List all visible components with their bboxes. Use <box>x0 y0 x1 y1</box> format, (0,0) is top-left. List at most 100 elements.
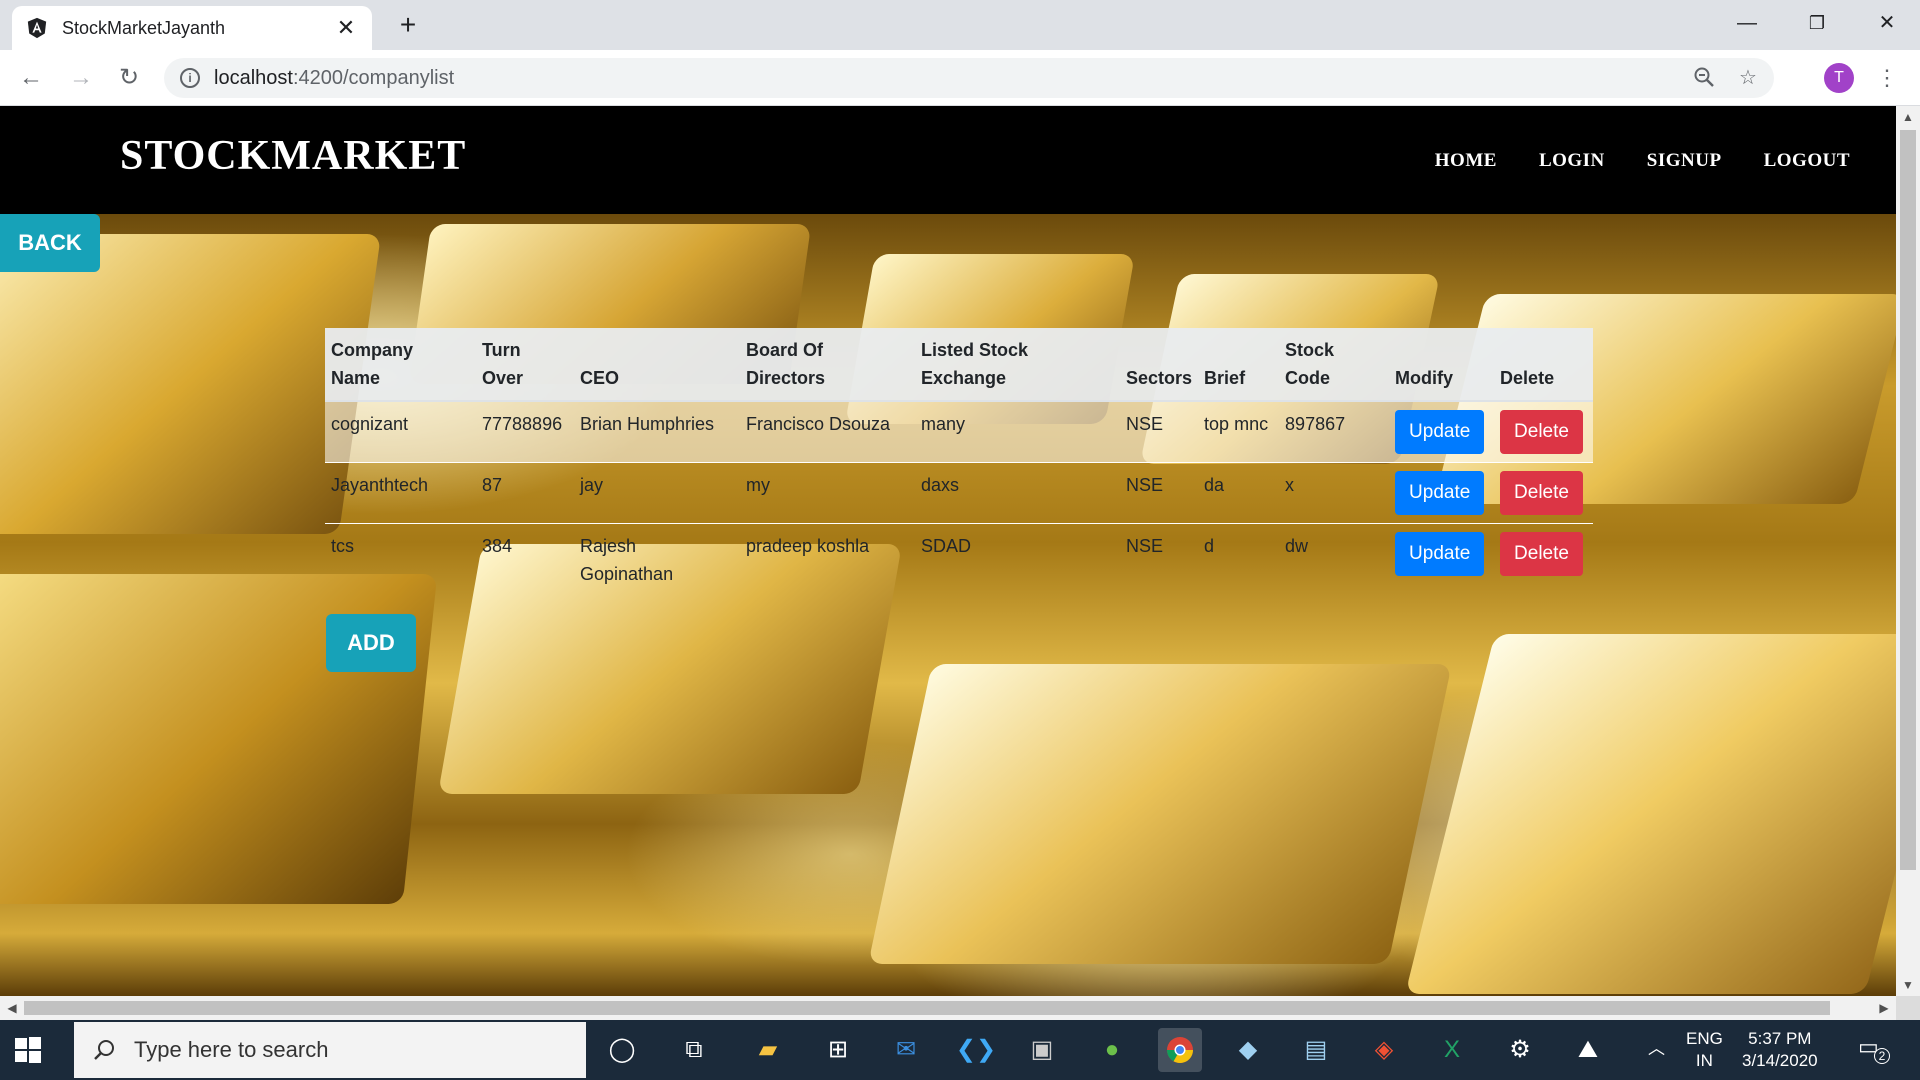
delete-button[interactable]: Delete <box>1500 471 1583 515</box>
scroll-up-icon[interactable]: ▲ <box>1896 110 1920 124</box>
forward-arrow-icon[interactable]: → <box>66 64 96 94</box>
task-view-icon[interactable]: ⧉ <box>672 1028 716 1072</box>
cell-delete: Delete <box>1494 400 1593 463</box>
nav-home-link[interactable]: HOME <box>1435 150 1497 172</box>
terminal-icon[interactable]: ▣ <box>1020 1028 1064 1072</box>
search-icon <box>94 1040 114 1060</box>
cell-modify: Update <box>1389 523 1495 596</box>
tab-close-icon[interactable]: ✕ <box>334 15 358 41</box>
cell-sectors: NSE <box>1120 400 1199 463</box>
add-company-button[interactable]: ADD <box>326 614 416 672</box>
nav-login-link[interactable]: LOGIN <box>1539 150 1605 172</box>
cortana-icon[interactable]: ◯ <box>600 1028 644 1072</box>
table-row: tcs 384 Rajesh Gopinathan pradeep koshla… <box>325 523 1593 596</box>
cell-delete: Delete <box>1494 523 1593 596</box>
zoom-icon[interactable] <box>1692 66 1716 90</box>
window-close-icon[interactable]: ✕ <box>1860 6 1914 40</box>
mail-icon[interactable]: ✉ <box>884 1028 928 1072</box>
reload-icon[interactable]: ↻ <box>114 64 144 94</box>
scrollbar-corner <box>1896 996 1920 1020</box>
nav-signup-link[interactable]: SIGNUP <box>1647 150 1722 172</box>
cell-stock-code: dw <box>1279 523 1390 596</box>
scroll-right-icon[interactable]: ▶ <box>1872 1001 1896 1015</box>
cell-stock-code: 897867 <box>1279 400 1390 463</box>
restore-icon[interactable]: ❐ <box>1790 6 1844 40</box>
delete-button[interactable]: Delete <box>1500 532 1583 576</box>
store-icon[interactable]: ⊞ <box>816 1028 860 1072</box>
windows-start-icon[interactable] <box>14 1036 42 1064</box>
cell-ceo: jay <box>574 462 740 524</box>
browser-tab[interactable]: StockMarketJayanth ✕ <box>12 6 372 50</box>
update-button[interactable]: Update <box>1395 471 1485 515</box>
address-bar[interactable]: i localhost:4200/companylist ☆ <box>164 58 1774 98</box>
update-button[interactable]: Update <box>1395 532 1485 576</box>
chrome-icon[interactable] <box>1158 1028 1202 1072</box>
file-explorer-icon[interactable]: ▰ <box>746 1028 790 1072</box>
site-navbar: STOCKMARKET HOME LOGIN SIGNUP LOGOUT <box>0 106 1896 214</box>
excel-icon[interactable]: X <box>1430 1028 1474 1072</box>
tab-title: StockMarketJayanth <box>62 17 226 38</box>
language-indicator[interactable]: ENG IN <box>1686 1028 1723 1072</box>
header-sectors: Sectors <box>1120 328 1199 402</box>
header-brief: Brief <box>1198 328 1280 402</box>
cell-brief: d <box>1198 523 1280 596</box>
angular-favicon-icon <box>27 17 47 39</box>
photos-icon[interactable]: ⛰ <box>1566 1028 1610 1072</box>
cell-sectors: NSE <box>1120 523 1199 596</box>
header-exchange: Listed Stock Exchange <box>915 328 1120 402</box>
cell-board: Francisco Dsouza <box>740 400 915 463</box>
cell-modify: Update <box>1389 462 1495 524</box>
clock[interactable]: 5:37 PM 3/14/2020 <box>1742 1028 1818 1072</box>
vertical-scroll-thumb[interactable] <box>1900 130 1916 870</box>
settings-gear-icon[interactable]: ⚙ <box>1498 1028 1542 1072</box>
bookmark-star-icon[interactable]: ☆ <box>1736 66 1760 90</box>
table-row: Jayanthtech 87 jay my daxs NSE da x Upda… <box>325 462 1593 524</box>
windows-taskbar: Type here to search ◯ ⧉ ▰ ⊞ ✉ ❮❯ ▣ ● ◆ ▤… <box>0 1020 1920 1080</box>
cell-turnover: 384 <box>476 523 574 596</box>
cell-brief: top mnc <box>1198 400 1280 463</box>
header-ceo: CEO <box>574 328 740 402</box>
cell-ceo: Brian Humphries <box>574 400 740 463</box>
cell-turnover: 77788896 <box>476 400 574 463</box>
spring-tool-icon[interactable]: ● <box>1090 1028 1134 1072</box>
cell-board: pradeep koshla <box>740 523 915 596</box>
header-stock-code: Stock Code <box>1279 328 1390 402</box>
delete-button[interactable]: Delete <box>1500 410 1583 454</box>
browser-toolbar: ← → ↻ i localhost:4200/companylist ☆ T ⋮ <box>0 50 1920 106</box>
brand-logo[interactable]: STOCKMARKET <box>120 132 466 180</box>
cell-company-name: Jayanthtech <box>325 462 476 524</box>
horizontal-scroll-thumb[interactable] <box>24 1001 1830 1015</box>
cell-company-name: cognizant <box>325 400 476 463</box>
browser-menu-icon[interactable]: ⋮ <box>1876 62 1898 94</box>
url-text: localhost:4200/companylist <box>214 66 455 89</box>
notification-icon[interactable]: ▭ 2 <box>1858 1036 1890 1064</box>
cell-exchange: many <box>915 400 1120 463</box>
back-arrow-icon[interactable]: ← <box>16 64 46 94</box>
taskbar-search-box[interactable]: Type here to search <box>74 1022 586 1078</box>
nav-logout-link[interactable]: LOGOUT <box>1764 150 1850 172</box>
remote-desktop-icon[interactable]: ▤ <box>1294 1028 1338 1072</box>
minimize-icon[interactable]: — <box>1720 6 1774 40</box>
table-row: cognizant 77788896 Brian Humphries Franc… <box>325 400 1593 463</box>
app-icon[interactable]: ◆ <box>1226 1028 1270 1072</box>
horizontal-scrollbar[interactable]: ◀ ▶ <box>0 996 1896 1020</box>
tray-chevron-icon[interactable]: ︿ <box>1648 1038 1665 1060</box>
header-board: Board Of Directors <box>740 328 915 402</box>
cell-exchange: daxs <box>915 462 1120 524</box>
site-info-icon[interactable]: i <box>180 68 200 88</box>
company-list-table: Company Name Turn Over CEO Board Of Directo… <box>325 328 1593 596</box>
nav-links: HOME LOGIN SIGNUP LOGOUT <box>1435 150 1850 172</box>
new-tab-icon[interactable]: + <box>392 10 424 42</box>
table-header: Company Name Turn Over CEO Board Of Directo… <box>325 328 1593 402</box>
vscode-icon[interactable]: ❮❯ <box>954 1028 998 1072</box>
scroll-left-icon[interactable]: ◀ <box>0 1001 24 1015</box>
vertical-scrollbar[interactable]: ▲ ▼ <box>1896 106 1920 996</box>
back-button[interactable]: BACK <box>0 214 100 272</box>
header-turnover: Turn Over <box>476 328 574 402</box>
scroll-down-icon[interactable]: ▼ <box>1896 978 1920 992</box>
profile-avatar[interactable]: T <box>1824 63 1854 93</box>
git-icon[interactable]: ◈ <box>1362 1028 1406 1072</box>
cell-delete: Delete <box>1494 462 1593 524</box>
update-button[interactable]: Update <box>1395 410 1485 454</box>
browser-tab-strip: StockMarketJayanth ✕ + — ❐ ✕ <box>0 0 1920 50</box>
